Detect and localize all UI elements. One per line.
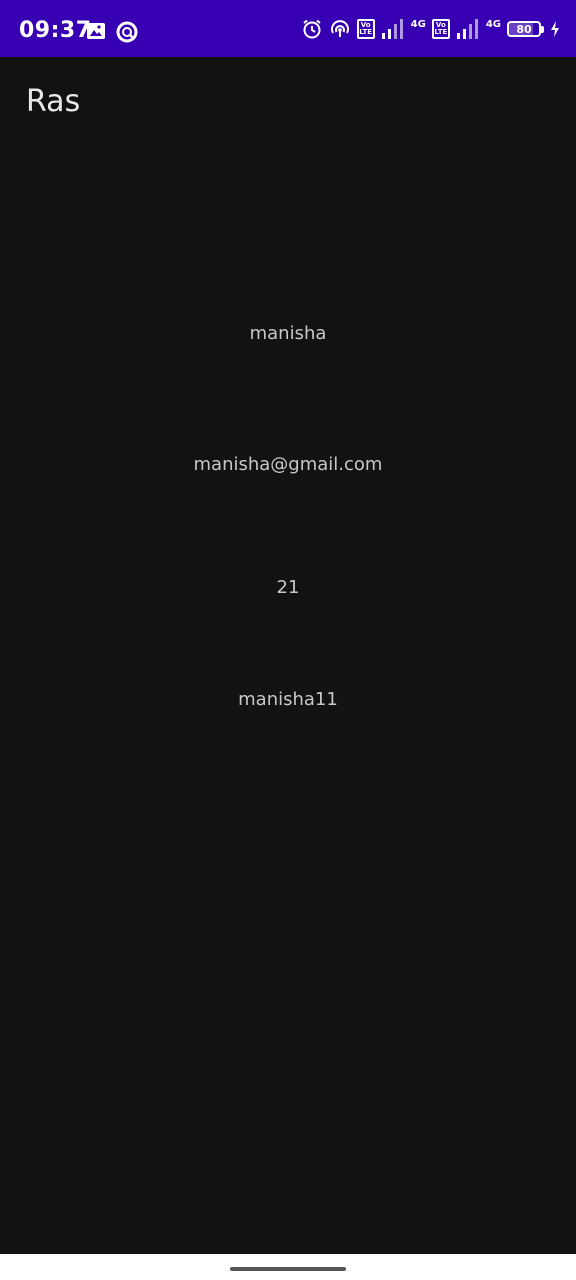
battery-tip (541, 25, 544, 33)
profile-username: manisha11 (238, 689, 338, 710)
profile-age: 21 (276, 577, 300, 598)
image-icon (85, 20, 107, 44)
network-type-label: 4G (410, 19, 426, 30)
app-title: Ras (26, 84, 81, 119)
data-saver-icon (115, 20, 139, 44)
alarm-icon (301, 18, 323, 40)
volte-icon: Vo LTE (356, 19, 375, 39)
profile-name: manisha (249, 323, 327, 344)
battery-level: 80 (507, 21, 541, 37)
volte-icon: Vo LTE (431, 19, 450, 39)
status-left-icons (85, 20, 139, 44)
status-bar: 09:37 Vo LTE 4G Vo LTE 4G 80 (0, 0, 576, 57)
volte-bottom-label: LTE (434, 28, 448, 36)
battery-icon: 80 (507, 21, 544, 37)
signal-icon (456, 18, 480, 40)
charging-bolt-icon (550, 21, 560, 37)
home-gesture-handle[interactable] (230, 1267, 346, 1271)
volte-bottom-label: LTE (359, 28, 373, 36)
hotspot-icon (329, 18, 351, 40)
status-right-icons: Vo LTE 4G Vo LTE 4G 80 (301, 18, 560, 40)
network-type-label: 4G (485, 19, 501, 30)
status-time: 09:37 (19, 18, 92, 43)
navigation-bar (0, 1254, 576, 1280)
profile-email: manisha@gmail.com (193, 454, 383, 475)
signal-icon (381, 18, 405, 40)
